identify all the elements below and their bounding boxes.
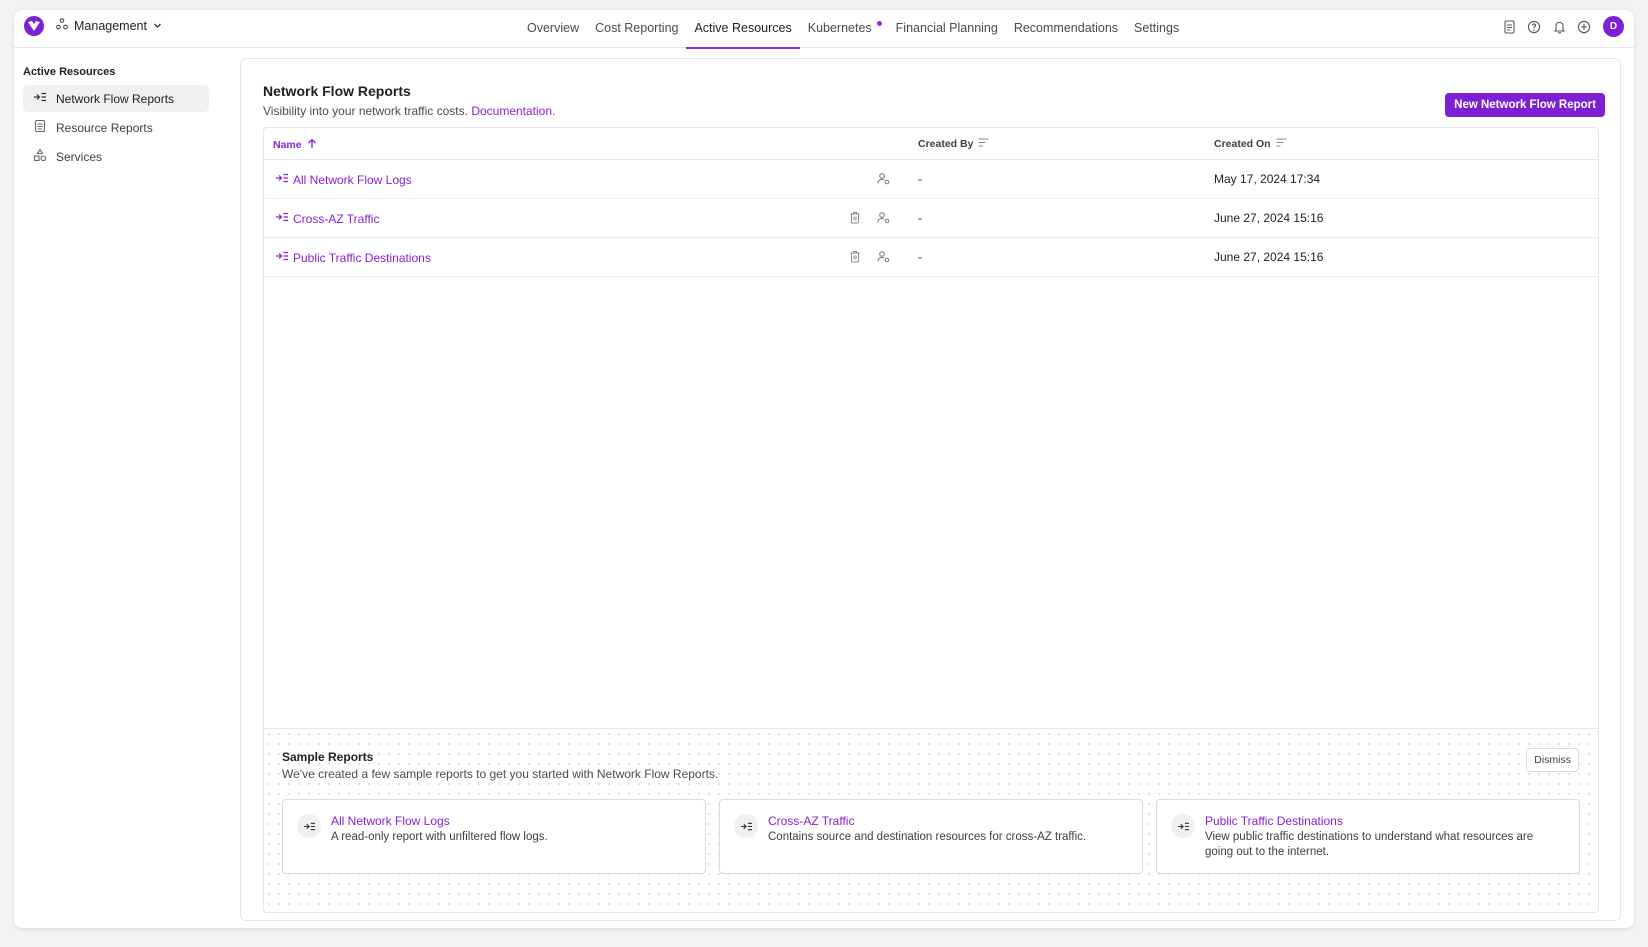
sidebar-item-resource-reports[interactable]: Resource Reports — [23, 114, 209, 141]
table-row[interactable]: Cross-AZ Traffic - June 27, 2024 15:16 — [264, 199, 1598, 238]
flow-report-icon — [275, 250, 289, 265]
trash-icon[interactable] — [849, 211, 861, 227]
workspace-name: Management — [74, 18, 147, 33]
column-header-name[interactable]: Name — [273, 138, 317, 152]
add-circle-icon[interactable] — [1576, 19, 1592, 35]
tab-settings[interactable]: Settings — [1126, 10, 1187, 48]
tab-recommendations[interactable]: Recommendations — [1006, 10, 1126, 48]
tab-kubernetes-label: Kubernetes — [807, 21, 872, 35]
report-name: Public Traffic Destinations — [293, 250, 431, 265]
document-icon[interactable] — [1501, 19, 1517, 35]
user-avatar[interactable]: D — [1603, 16, 1624, 37]
new-network-flow-report-button[interactable]: New Network Flow Report — [1445, 93, 1605, 117]
notification-dot — [876, 21, 882, 26]
column-header-created-on[interactable]: Created On — [1214, 138, 1287, 150]
sidebar-item-label: Services — [56, 149, 103, 164]
documentation-link[interactable]: Documentation — [471, 104, 552, 118]
sample-card-all-network-flow-logs[interactable]: All Network Flow Logs A read-only report… — [282, 799, 706, 874]
report-name-link[interactable]: Public Traffic Destinations — [275, 250, 431, 265]
created-on: June 27, 2024 15:16 — [1214, 211, 1324, 225]
trash-icon[interactable] — [849, 250, 861, 266]
sidebar-item-services[interactable]: Services — [23, 143, 209, 170]
top-actions: D — [1501, 16, 1624, 37]
sidebar-item-network-flow-reports[interactable]: Network Flow Reports — [23, 85, 209, 112]
sort-icon — [978, 138, 989, 150]
created-on: June 27, 2024 15:16 — [1214, 250, 1324, 264]
sidebar-item-label: Network Flow Reports — [56, 91, 175, 106]
subtitle-period: . — [552, 104, 556, 118]
sample-reports-title: Sample Reports — [282, 750, 374, 764]
sample-card-description: View public traffic destinations to unde… — [1205, 831, 1534, 858]
tab-overview[interactable]: Overview — [519, 10, 587, 48]
dismiss-button[interactable]: Dismiss — [1526, 748, 1579, 772]
sidebar: Active Resources Network Flow Reports Re… — [23, 66, 209, 172]
sample-reports-subtitle: We've created a few sample reports to ge… — [282, 767, 719, 781]
flow-report-icon — [33, 91, 47, 106]
chevron-down-icon — [153, 19, 162, 33]
flow-report-icon — [297, 814, 321, 838]
sample-cards: All Network Flow Logs A read-only report… — [282, 799, 1580, 874]
workspace-icon — [56, 18, 68, 33]
page-subtitle: Visibility into your network traffic cos… — [263, 104, 555, 118]
report-name-link[interactable]: All Network Flow Logs — [275, 172, 412, 187]
sample-reports-section: Sample Reports We've created a few sampl… — [264, 728, 1598, 912]
app-logo-icon[interactable] — [24, 16, 44, 36]
report-name: Cross-AZ Traffic — [293, 211, 380, 226]
table-row[interactable]: All Network Flow Logs - May 17, 2024 17:… — [264, 160, 1598, 199]
tab-cost-reporting[interactable]: Cost Reporting — [587, 10, 686, 48]
report-name-link[interactable]: Cross-AZ Traffic — [275, 211, 379, 226]
sample-card-title: Public Traffic Destinations — [1205, 814, 1343, 828]
sidebar-item-label: Resource Reports — [56, 120, 153, 135]
workspace-selector[interactable]: Management — [56, 18, 162, 33]
flow-report-icon — [275, 211, 289, 226]
sort-ascending-icon — [307, 138, 317, 152]
created-on: May 17, 2024 17:34 — [1214, 172, 1321, 186]
sample-card-cross-az-traffic[interactable]: Cross-AZ Traffic Contains source and des… — [719, 799, 1143, 874]
sort-icon — [1276, 138, 1287, 150]
tab-kubernetes[interactable]: Kubernetes — [800, 10, 888, 48]
created-by: - — [918, 250, 922, 264]
sample-card-title: All Network Flow Logs — [331, 814, 450, 828]
flow-report-icon — [734, 814, 758, 838]
shapes-icon — [33, 148, 47, 165]
reports-table: Name Created By Created On All Network F… — [263, 127, 1599, 913]
bell-icon[interactable] — [1551, 19, 1567, 35]
main-tabs: Overview Cost Reporting Active Resources… — [519, 10, 1187, 49]
tab-financial-planning[interactable]: Financial Planning — [888, 10, 1006, 48]
main-panel: Network Flow Reports Visibility into you… — [240, 58, 1621, 921]
app-window: Management Overview Cost Reporting Activ… — [14, 10, 1634, 928]
sample-card-title: Cross-AZ Traffic — [768, 814, 855, 828]
sidebar-title: Active Resources — [23, 66, 116, 78]
sample-card-public-traffic-destinations[interactable]: Public Traffic Destinations View public … — [1156, 799, 1580, 874]
report-name: All Network Flow Logs — [293, 172, 412, 187]
share-icon[interactable] — [877, 250, 890, 266]
share-icon[interactable] — [877, 211, 890, 227]
sample-card-description: A read-only report with unfiltered flow … — [331, 831, 548, 843]
share-icon[interactable] — [877, 172, 890, 188]
top-navigation: Management Overview Cost Reporting Activ… — [14, 10, 1634, 49]
created-by: - — [918, 211, 922, 225]
sample-card-description: Contains source and destination resource… — [768, 831, 1087, 843]
flow-report-icon — [275, 172, 289, 187]
column-header-created-by-label: Created By — [918, 138, 974, 150]
flow-report-icon — [1171, 814, 1195, 838]
table-header: Name Created By Created On — [264, 128, 1598, 160]
document-icon — [33, 119, 47, 136]
column-header-name-label: Name — [273, 139, 302, 151]
tab-active-resources[interactable]: Active Resources — [686, 10, 801, 49]
column-header-created-on-label: Created On — [1214, 138, 1271, 150]
column-header-created-by[interactable]: Created By — [918, 138, 989, 150]
page-title: Network Flow Reports — [263, 83, 411, 99]
table-row[interactable]: Public Traffic Destinations - June 27, 2… — [264, 238, 1598, 277]
help-icon[interactable] — [1526, 19, 1542, 35]
page-subtitle-text: Visibility into your network traffic cos… — [263, 104, 468, 118]
created-by: - — [918, 172, 922, 186]
